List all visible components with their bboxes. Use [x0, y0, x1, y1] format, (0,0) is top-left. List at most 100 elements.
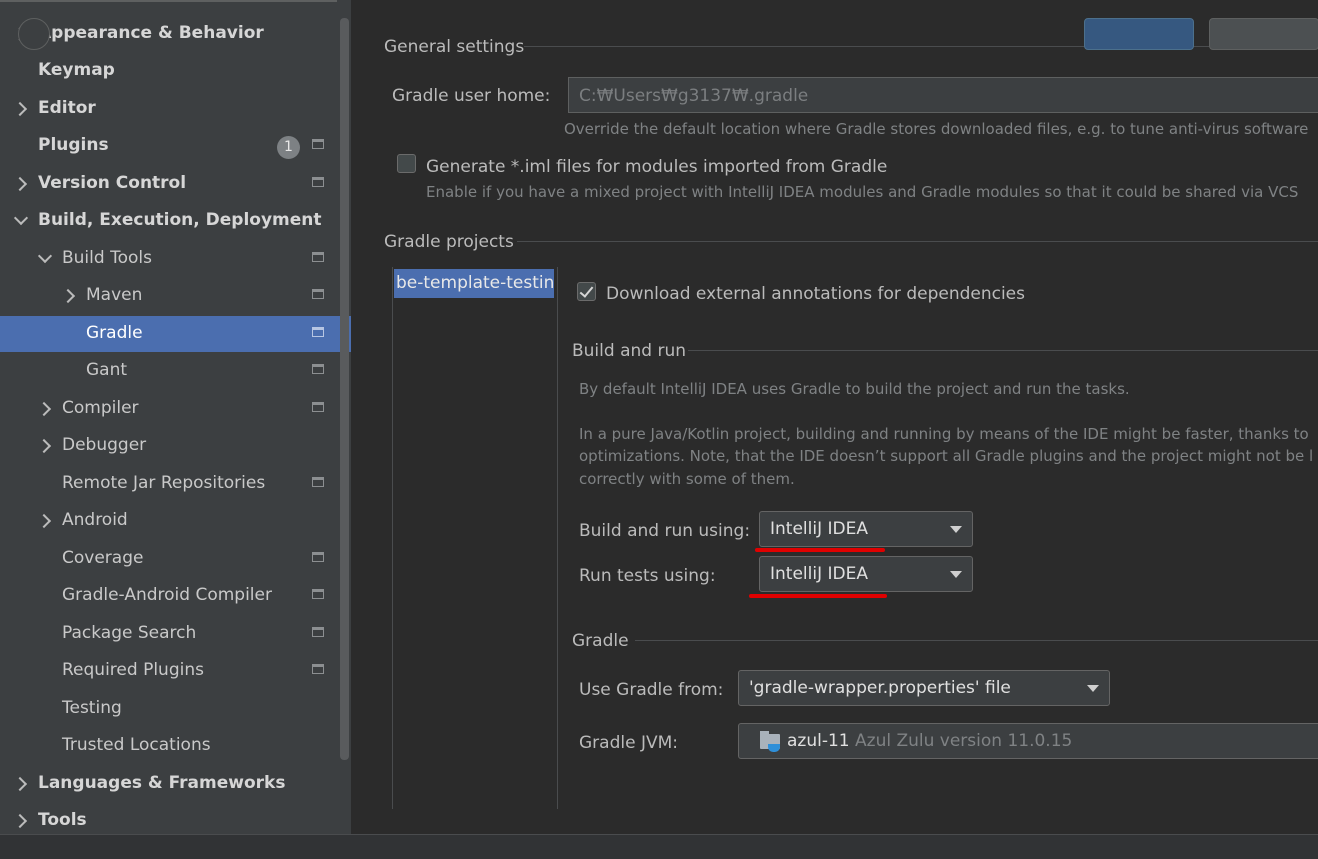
build-run-using-value: IntelliJ IDEA [770, 519, 868, 539]
chevron-right-icon[interactable] [36, 401, 52, 417]
tree-item-label: Languages & Frameworks [38, 773, 286, 793]
tree-item-gradle[interactable]: Gradle [0, 316, 351, 352]
tree-item-package-search[interactable]: Package Search [0, 616, 351, 652]
chevron-down-icon[interactable] [13, 210, 29, 226]
tree-item-label: Build, Execution, Deployment [38, 210, 322, 230]
download-annotations-label: Download external annotations for depend… [606, 284, 1025, 304]
run-tests-using-value: IntelliJ IDEA [770, 564, 868, 584]
tree-item-label: Appearance & Behavior [38, 23, 264, 43]
tree-item-label: Tools [38, 810, 87, 830]
project-level-icon [312, 177, 324, 187]
update-count-badge: 1 [277, 136, 300, 159]
tree-item-keymap[interactable]: Keymap [0, 53, 351, 89]
sidebar-scrollbar[interactable] [340, 18, 349, 760]
download-annotations-checkbox[interactable] [577, 282, 596, 301]
tree-item-version-control[interactable]: Version Control [0, 166, 351, 202]
chevron-down-icon [950, 526, 962, 533]
build-and-run-description: By default IntelliJ IDEA uses Gradle to … [579, 380, 1130, 398]
tree-item-label: Android [62, 510, 128, 530]
help-button[interactable] [18, 18, 50, 50]
gradle-jvm-name: azul-11 [787, 731, 850, 751]
section-separator [517, 241, 1318, 242]
chevron-right-icon[interactable] [12, 101, 28, 117]
tree-item-label: Coverage [62, 548, 144, 568]
tree-item-build-execution-deployment[interactable]: Build, Execution, Deployment [0, 203, 351, 239]
gradle-projects-title: Gradle projects [384, 232, 514, 252]
chevron-right-icon[interactable] [36, 438, 52, 454]
generate-iml-checkbox[interactable] [397, 154, 416, 173]
tree-item-label: Compiler [62, 398, 139, 418]
build-run-using-dropdown[interactable]: IntelliJ IDEA [759, 511, 973, 547]
tree-item-label: Debugger [62, 435, 147, 455]
tree-item-gant[interactable]: Gant [0, 353, 351, 389]
tree-item-maven[interactable]: Maven [0, 278, 351, 314]
dialog-button-bar [0, 834, 1318, 859]
chevron-right-icon[interactable] [12, 176, 28, 192]
tree-item-remote-jar-repositories[interactable]: Remote Jar Repositories [0, 466, 351, 502]
project-level-icon [312, 327, 324, 337]
section-separator [688, 350, 1318, 351]
project-item-be-template-testing[interactable]: be-template-testing [394, 269, 554, 298]
tree-item-gradle-android-compiler[interactable]: Gradle-Android Compiler [0, 578, 351, 614]
tree-item-trusted-locations[interactable]: Trusted Locations [0, 728, 351, 764]
gradle-user-home-hint: Override the default location where Grad… [564, 120, 1309, 138]
chevron-right-icon[interactable] [36, 513, 52, 529]
tree-item-debugger[interactable]: Debugger [0, 428, 351, 464]
settings-tree: Appearance & Behavior Keymap Editor Plug… [0, 0, 351, 834]
generate-iml-hint: Enable if you have a mixed project with … [426, 183, 1299, 201]
tree-item-plugins[interactable]: Plugins 1 [0, 128, 351, 164]
gradle-user-home-field[interactable]: C:₩Users₩g3137₩.gradle [568, 77, 1318, 113]
tree-item-label: Editor [38, 98, 96, 118]
gradle-jvm-label: Gradle JVM: [579, 733, 678, 753]
tree-item-tools[interactable]: Tools [0, 803, 351, 834]
chevron-right-icon[interactable] [12, 813, 28, 829]
gradle-user-home-label: Gradle user home: [392, 86, 551, 106]
project-level-icon [312, 477, 324, 487]
chevron-down-icon [1087, 685, 1099, 692]
tree-item-android[interactable]: Android [0, 503, 351, 539]
tree-item-appearance-behavior[interactable]: Appearance & Behavior [0, 16, 351, 52]
chevron-down-icon[interactable] [37, 248, 53, 264]
chevron-down-icon [950, 571, 962, 578]
generate-iml-label: Generate *.iml files for modules importe… [426, 157, 888, 177]
annotation-underline [755, 548, 885, 552]
tree-item-label: Keymap [38, 60, 115, 80]
tree-item-label: Version Control [38, 173, 187, 193]
gradle-projects-list [392, 267, 558, 809]
build-run-using-label: Build and run using: [579, 521, 751, 541]
chevron-right-icon[interactable] [12, 776, 28, 792]
tree-item-coverage[interactable]: Coverage [0, 541, 351, 577]
ok-button[interactable] [1084, 18, 1194, 50]
gradle-jvm-dropdown[interactable]: azul-11 Azul Zulu version 11.0.15 [738, 723, 1318, 759]
cancel-button[interactable] [1209, 18, 1318, 50]
build-and-run-title: Build and run [572, 341, 687, 361]
tree-item-label: Build Tools [62, 248, 152, 268]
tree-item-label: Gradle-Android Compiler [62, 585, 272, 605]
use-gradle-from-value: 'gradle-wrapper.properties' file [749, 678, 1011, 698]
annotation-underline [749, 594, 887, 598]
project-level-icon [312, 552, 324, 562]
section-separator [524, 46, 1318, 47]
tree-item-label: Remote Jar Repositories [62, 473, 266, 493]
run-tests-using-dropdown[interactable]: IntelliJ IDEA [759, 556, 973, 592]
project-level-icon [312, 364, 324, 374]
run-tests-using-label: Run tests using: [579, 566, 716, 586]
build-and-run-note-line3: correctly with some of them. [579, 470, 795, 488]
tree-item-compiler[interactable]: Compiler [0, 391, 351, 427]
use-gradle-from-label: Use Gradle from: [579, 680, 724, 700]
tree-item-editor[interactable]: Editor [0, 91, 351, 127]
project-level-icon [312, 139, 324, 149]
chevron-right-icon[interactable] [60, 288, 76, 304]
gradle-jvm-version: Azul Zulu version 11.0.15 [855, 731, 1073, 751]
build-and-run-note-line1: In a pure Java/Kotlin project, building … [579, 425, 1309, 443]
gradle-settings-panel: General settings Gradle user home: C:₩Us… [351, 0, 1318, 834]
use-gradle-from-dropdown[interactable]: 'gradle-wrapper.properties' file [738, 670, 1110, 706]
general-settings-title: General settings [384, 37, 525, 57]
project-level-icon [312, 252, 324, 262]
tree-item-languages-frameworks[interactable]: Languages & Frameworks [0, 766, 351, 802]
tree-top-border [0, 0, 337, 2]
tree-item-testing[interactable]: Testing [0, 691, 351, 727]
section-separator [635, 640, 1318, 641]
tree-item-required-plugins[interactable]: Required Plugins [0, 653, 351, 689]
tree-item-build-tools[interactable]: Build Tools [0, 241, 351, 277]
